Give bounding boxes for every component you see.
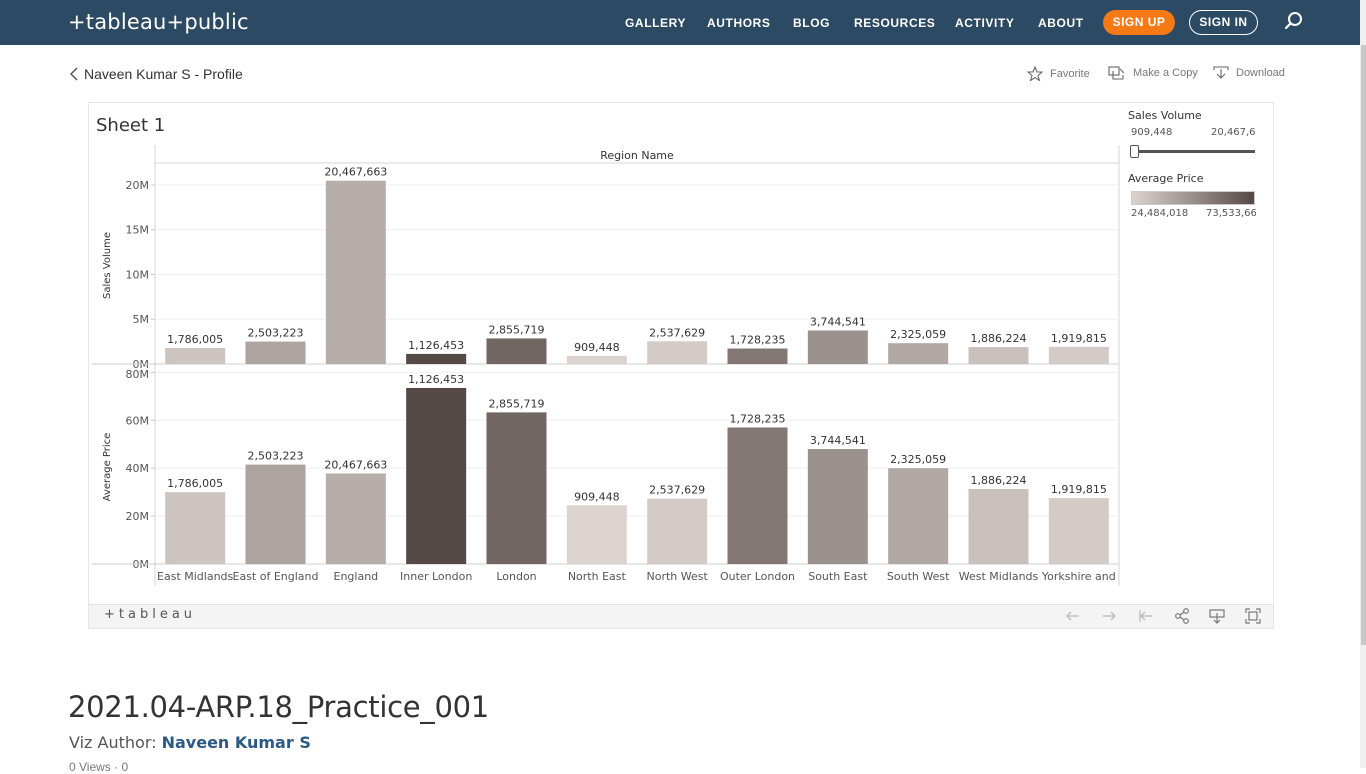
viz-author-prefix: Viz Author: — [69, 733, 162, 752]
page-scrollbar[interactable] — [1360, 0, 1366, 768]
view-count: 0 Views · 0 — [69, 760, 129, 774]
viz-author-link[interactable]: Naveen Kumar S — [162, 733, 311, 752]
sales-volume-slider-handle[interactable] — [1130, 145, 1139, 158]
tableau-public-logo[interactable]: +tableau+public — [68, 10, 249, 34]
average-price-color-gradient — [1131, 191, 1255, 205]
average-price-max: 73,533,66 — [1206, 208, 1256, 219]
sign-in-button[interactable]: SIGN IN — [1189, 10, 1258, 35]
fullscreen-icon[interactable] — [1244, 607, 1262, 625]
back-link-label: Naveen Kumar S - Profile — [84, 66, 243, 82]
average-price-min: 24,484,018 — [1131, 208, 1189, 219]
tableau-footer-logo[interactable]: +tableau — [104, 607, 196, 622]
favorite-button[interactable]: Favorite — [1027, 66, 1090, 81]
search-icon[interactable] — [1284, 11, 1304, 31]
download-viz-icon[interactable] — [1208, 607, 1226, 625]
revert-icon[interactable] — [1137, 607, 1155, 625]
tableau-viz-frame — [88, 102, 1274, 629]
nav-gallery[interactable]: GALLERY — [625, 16, 686, 30]
top-nav-bar: +tableau+public GALLERY AUTHORS BLOG RES… — [0, 0, 1360, 45]
sales-volume-legend-title: Sales Volume — [1128, 109, 1202, 122]
share-icon[interactable] — [1173, 607, 1191, 625]
nav-about[interactable]: ABOUT — [1038, 16, 1084, 30]
copy-icon — [1108, 66, 1125, 80]
scrollbar-thumb[interactable] — [1361, 45, 1366, 645]
sales-volume-min: 909,448 — [1131, 127, 1173, 138]
viz-author: Viz Author: Naveen Kumar S — [69, 733, 311, 752]
sheet-title: Sheet 1 — [96, 115, 166, 136]
back-to-profile-link[interactable]: Naveen Kumar S - Profile — [70, 66, 243, 82]
viz-toolbar — [89, 604, 1273, 628]
sign-up-button[interactable]: SIGN UP — [1103, 10, 1175, 35]
nav-activity[interactable]: ACTIVITY — [955, 16, 1014, 30]
sales-volume-max: 20,467,66 — [1211, 127, 1256, 138]
chevron-left-icon — [70, 67, 78, 81]
make-copy-label: Make a Copy — [1133, 67, 1198, 79]
star-icon — [1027, 66, 1043, 81]
sales-volume-slider-track[interactable] — [1134, 150, 1255, 153]
make-copy-button[interactable]: Make a Copy — [1108, 66, 1198, 80]
download-button[interactable]: Download — [1213, 66, 1285, 80]
download-icon — [1213, 66, 1229, 79]
redo-icon[interactable] — [1100, 607, 1118, 625]
nav-blog[interactable]: BLOG — [793, 16, 830, 30]
nav-authors[interactable]: AUTHORS — [707, 16, 771, 30]
nav-resources[interactable]: RESOURCES — [854, 16, 935, 30]
undo-icon[interactable] — [1064, 607, 1082, 625]
favorite-label: Favorite — [1050, 67, 1090, 80]
average-price-legend-title: Average Price — [1128, 172, 1204, 185]
download-label: Download — [1236, 67, 1285, 79]
viz-title: 2021.04-ARP.18_Practice_001 — [68, 690, 489, 724]
